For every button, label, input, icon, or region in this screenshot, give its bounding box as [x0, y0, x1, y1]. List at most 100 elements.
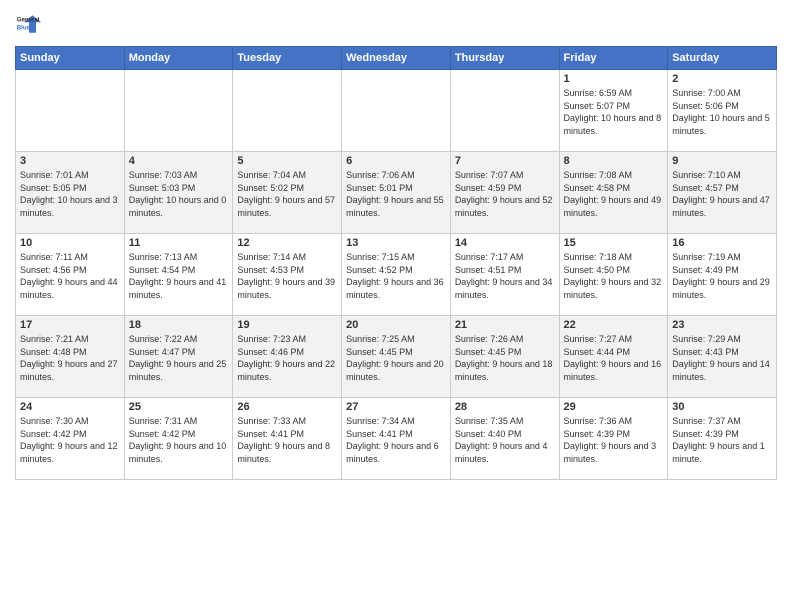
day-info: Sunrise: 7:31 AM Sunset: 4:42 PM Dayligh… — [129, 415, 229, 465]
day-number: 1 — [564, 73, 664, 85]
calendar-cell: 6 Sunrise: 7:06 AM Sunset: 5:01 PM Daylig… — [342, 152, 451, 234]
day-number: 9 — [672, 155, 772, 167]
col-header-thursday: Thursday — [450, 47, 559, 70]
day-info: Sunrise: 7:00 AM Sunset: 5:06 PM Dayligh… — [672, 87, 772, 137]
day-number: 28 — [455, 401, 555, 413]
calendar-cell: 4Sunrise: 7:03 AM Sunset: 5:03 PM Daylig… — [124, 152, 233, 234]
calendar-cell: 19 Sunrise: 7:23 AM Sunset: 4:46 PM Dayli… — [233, 316, 342, 398]
day-number: 5 — [237, 155, 337, 167]
calendar-cell: 15 Sunrise: 7:18 AM Sunset: 4:50 PM Dayli… — [559, 234, 668, 316]
day-info: Sunrise: 7:18 AM Sunset: 4:50 PM Dayligh… — [564, 251, 664, 301]
day-number: 20 — [346, 319, 446, 331]
calendar-cell: 11 Sunrise: 7:13 AM Sunset: 4:54 PM Dayli… — [124, 234, 233, 316]
calendar-cell: 23 Sunrise: 7:29 AM Sunset: 4:43 PM Dayli… — [668, 316, 777, 398]
day-info: Sunrise: 7:04 AM Sunset: 5:02 PM Dayligh… — [237, 169, 337, 219]
calendar-header-row: SundayMondayTuesdayWednesdayThursdayFrid… — [16, 47, 777, 70]
calendar-week-row: 3 Sunrise: 7:01 AM Sunset: 5:05 PM Daylig… — [16, 152, 777, 234]
col-header-saturday: Saturday — [668, 47, 777, 70]
day-info: Sunrise: 6:59 AM Sunset: 5:07 PM Dayligh… — [564, 87, 664, 137]
day-info: Sunrise: 7:26 AM Sunset: 4:45 PM Dayligh… — [455, 333, 555, 383]
calendar-cell: 3 Sunrise: 7:01 AM Sunset: 5:05 PM Daylig… — [16, 152, 125, 234]
calendar-cell: 14 Sunrise: 7:17 AM Sunset: 4:51 PM Dayli… — [450, 234, 559, 316]
day-info: Sunrise: 7:07 AM Sunset: 4:59 PM Dayligh… — [455, 169, 555, 219]
calendar-week-row: 10 Sunrise: 7:11 AM Sunset: 4:56 PM Dayli… — [16, 234, 777, 316]
calendar-week-row: 17 Sunrise: 7:21 AM Sunset: 4:48 PM Dayli… — [16, 316, 777, 398]
calendar-cell — [124, 70, 233, 152]
day-number: 16 — [672, 237, 772, 249]
day-number: 3 — [20, 155, 120, 167]
col-header-sunday: Sunday — [16, 47, 125, 70]
calendar-cell: 2 Sunrise: 7:00 AM Sunset: 5:06 PM Daylig… — [668, 70, 777, 152]
calendar-cell — [16, 70, 125, 152]
day-info: Sunrise: 7:10 AM Sunset: 4:57 PM Dayligh… — [672, 169, 772, 219]
day-info: Sunrise: 7:30 AM Sunset: 4:42 PM Dayligh… — [20, 415, 120, 465]
day-number: 22 — [564, 319, 664, 331]
day-number: 7 — [455, 155, 555, 167]
day-number: 26 — [237, 401, 337, 413]
svg-text:General: General — [17, 16, 40, 23]
col-header-wednesday: Wednesday — [342, 47, 451, 70]
calendar-cell: 7 Sunrise: 7:07 AM Sunset: 4:59 PM Daylig… — [450, 152, 559, 234]
calendar-cell: 21Sunrise: 7:26 AM Sunset: 4:45 PM Dayli… — [450, 316, 559, 398]
day-info: Sunrise: 7:27 AM Sunset: 4:44 PM Dayligh… — [564, 333, 664, 383]
day-info: Sunrise: 7:23 AM Sunset: 4:46 PM Dayligh… — [237, 333, 337, 383]
calendar-cell: 10 Sunrise: 7:11 AM Sunset: 4:56 PM Dayli… — [16, 234, 125, 316]
day-info: Sunrise: 7:11 AM Sunset: 4:56 PM Dayligh… — [20, 251, 120, 301]
calendar-cell: 1 Sunrise: 6:59 AM Sunset: 5:07 PM Daylig… — [559, 70, 668, 152]
col-header-monday: Monday — [124, 47, 233, 70]
day-number: 29 — [564, 401, 664, 413]
day-info: Sunrise: 7:01 AM Sunset: 5:05 PM Dayligh… — [20, 169, 120, 219]
calendar-cell — [233, 70, 342, 152]
calendar-week-row: 24 Sunrise: 7:30 AM Sunset: 4:42 PM Dayli… — [16, 398, 777, 480]
day-number: 18 — [129, 319, 229, 331]
calendar-cell: 12Sunrise: 7:14 AM Sunset: 4:53 PM Dayli… — [233, 234, 342, 316]
day-info: Sunrise: 7:37 AM Sunset: 4:39 PM Dayligh… — [672, 415, 772, 465]
day-info: Sunrise: 7:13 AM Sunset: 4:54 PM Dayligh… — [129, 251, 229, 301]
day-info: Sunrise: 7:29 AM Sunset: 4:43 PM Dayligh… — [672, 333, 772, 383]
day-number: 30 — [672, 401, 772, 413]
day-info: Sunrise: 7:36 AM Sunset: 4:39 PM Dayligh… — [564, 415, 664, 465]
day-number: 23 — [672, 319, 772, 331]
day-info: Sunrise: 7:15 AM Sunset: 4:52 PM Dayligh… — [346, 251, 446, 301]
calendar-cell: 8 Sunrise: 7:08 AM Sunset: 4:58 PM Daylig… — [559, 152, 668, 234]
calendar-cell: 16 Sunrise: 7:19 AM Sunset: 4:49 PM Dayli… — [668, 234, 777, 316]
calendar-cell: 18 Sunrise: 7:22 AM Sunset: 4:47 PM Dayli… — [124, 316, 233, 398]
day-number: 13 — [346, 237, 446, 249]
calendar-table: SundayMondayTuesdayWednesdayThursdayFrid… — [15, 46, 777, 480]
day-info: Sunrise: 7:25 AM Sunset: 4:45 PM Dayligh… — [346, 333, 446, 383]
svg-text:Blue: Blue — [17, 24, 31, 31]
day-number: 15 — [564, 237, 664, 249]
calendar-cell: 26 Sunrise: 7:33 AM Sunset: 4:41 PM Dayli… — [233, 398, 342, 480]
day-number: 11 — [129, 237, 229, 249]
day-number: 8 — [564, 155, 664, 167]
day-info: Sunrise: 7:34 AM Sunset: 4:41 PM Dayligh… — [346, 415, 446, 465]
calendar-cell: 30 Sunrise: 7:37 AM Sunset: 4:39 PM Dayli… — [668, 398, 777, 480]
calendar-cell — [450, 70, 559, 152]
logo-icon: General Blue — [15, 10, 43, 38]
day-number: 24 — [20, 401, 120, 413]
day-number: 27 — [346, 401, 446, 413]
day-number: 2 — [672, 73, 772, 85]
day-info: Sunrise: 7:06 AM Sunset: 5:01 PM Dayligh… — [346, 169, 446, 219]
day-number: 17 — [20, 319, 120, 331]
day-info: Sunrise: 7:17 AM Sunset: 4:51 PM Dayligh… — [455, 251, 555, 301]
day-number: 14 — [455, 237, 555, 249]
calendar-cell: 20 Sunrise: 7:25 AM Sunset: 4:45 PM Dayli… — [342, 316, 451, 398]
day-info: Sunrise: 7:35 AM Sunset: 4:40 PM Dayligh… — [455, 415, 555, 465]
day-number: 10 — [20, 237, 120, 249]
calendar-cell: 24 Sunrise: 7:30 AM Sunset: 4:42 PM Dayli… — [16, 398, 125, 480]
day-info: Sunrise: 7:22 AM Sunset: 4:47 PM Dayligh… — [129, 333, 229, 383]
day-info: Sunrise: 7:33 AM Sunset: 4:41 PM Dayligh… — [237, 415, 337, 465]
calendar-cell: 13 Sunrise: 7:15 AM Sunset: 4:52 PM Dayli… — [342, 234, 451, 316]
calendar-cell: 25Sunrise: 7:31 AM Sunset: 4:42 PM Dayli… — [124, 398, 233, 480]
day-number: 4 — [129, 155, 229, 167]
day-number: 6 — [346, 155, 446, 167]
calendar-cell: 29 Sunrise: 7:36 AM Sunset: 4:39 PM Dayli… — [559, 398, 668, 480]
day-info: Sunrise: 7:19 AM Sunset: 4:49 PM Dayligh… — [672, 251, 772, 301]
day-number: 19 — [237, 319, 337, 331]
day-info: Sunrise: 7:21 AM Sunset: 4:48 PM Dayligh… — [20, 333, 120, 383]
calendar-cell: 27 Sunrise: 7:34 AM Sunset: 4:41 PM Dayli… — [342, 398, 451, 480]
day-info: Sunrise: 7:08 AM Sunset: 4:58 PM Dayligh… — [564, 169, 664, 219]
calendar-cell: 5 Sunrise: 7:04 AM Sunset: 5:02 PM Daylig… — [233, 152, 342, 234]
page-container: General Blue SundayMondayTuesdayWednesda… — [0, 0, 792, 490]
